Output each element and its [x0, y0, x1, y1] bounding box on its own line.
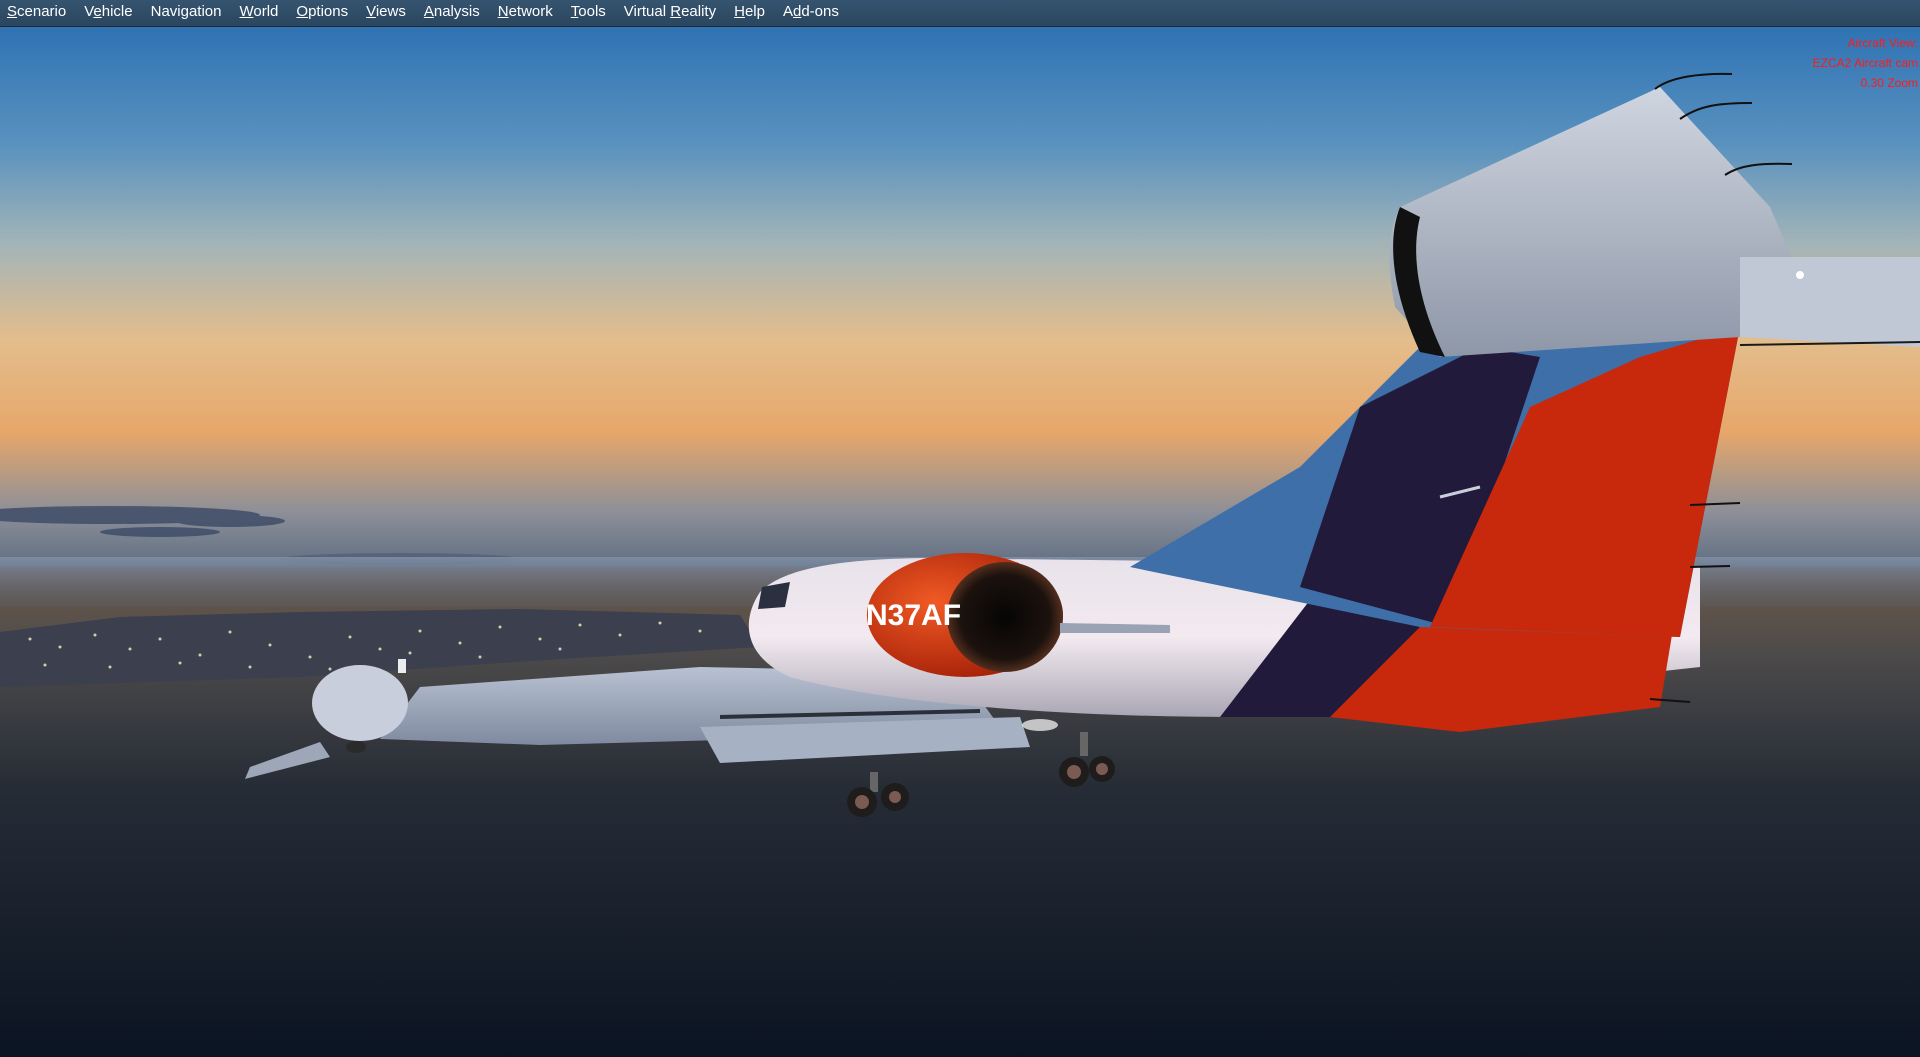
menu-label-pre: Virtual — [623, 3, 671, 20]
view-info-overlay: Aircraft View: EZCA2 Aircraft cam 0.30 Z… — [1813, 33, 1918, 93]
menu-views[interactable]: Views — [358, 0, 416, 26]
menu-label-post: eality — [681, 3, 717, 20]
menu-help[interactable]: Help — [726, 0, 775, 26]
hud-view-label: Aircraft View: — [1847, 36, 1918, 50]
engine-exhaust — [947, 562, 1063, 672]
hud-zoom-level: 0.30 Zoom — [1860, 76, 1918, 90]
menu-tools[interactable]: Tools — [563, 0, 616, 26]
menu-accelerator-key: O — [296, 3, 309, 20]
menu-accelerator-key: R — [670, 3, 682, 20]
menu-analysis[interactable]: Analysis — [416, 0, 490, 26]
scene-viewport[interactable]: N37AF — [0, 27, 1920, 1057]
menu-add-ons[interactable]: Add-ons — [775, 0, 849, 26]
menu-accelerator-key: N — [497, 3, 509, 20]
menu-accelerator-key: H — [734, 3, 745, 20]
menu-accelerator-key: A — [423, 3, 434, 20]
menu-accelerator-key: S — [7, 3, 18, 20]
menu-navigation[interactable]: Navigation — [143, 0, 232, 26]
menu-label-post: iews — [375, 3, 406, 20]
hud-camera-name: EZCA2 Aircraft cam — [1812, 56, 1918, 70]
menu-bar: Scenario Vehicle Navigation World Options Vie… — [0, 0, 1920, 27]
menu-world[interactable]: World — [232, 0, 289, 26]
menu-network[interactable]: Network — [490, 0, 563, 26]
menu-label-post: elp — [744, 3, 765, 20]
menu-label-post: Navigation — [150, 3, 222, 20]
menu-label-post: orld — [253, 3, 279, 20]
menu-scenario[interactable]: Scenario — [0, 0, 76, 26]
menu-label-post: ools — [578, 3, 606, 20]
menu-label-post: nalysis — [433, 3, 480, 20]
scene-graphic: N37AF — [0, 27, 1920, 1057]
menu-label-post: d-ons — [801, 3, 839, 20]
menu-options[interactable]: Options — [288, 0, 358, 26]
simulator-window: Scenario Vehicle Navigation World Options Vie… — [0, 0, 1920, 1057]
tip-tank — [312, 665, 408, 741]
menu-accelerator-key: W — [239, 3, 254, 20]
menu-label-post: hicle — [101, 3, 133, 20]
registration-label: N37AF — [866, 599, 961, 632]
menu-virtual-reality[interactable]: Virtual Reality — [616, 0, 726, 26]
menu-vehicle[interactable]: Vehicle — [76, 0, 142, 26]
menu-label-post: ptions — [308, 3, 349, 20]
menu-label-pre: A — [782, 3, 793, 20]
menu-label-post: etwork — [508, 3, 553, 20]
menu-accelerator-key: e — [93, 3, 102, 20]
menu-accelerator-key: V — [366, 3, 376, 20]
menu-label-post: cenario — [17, 3, 67, 20]
